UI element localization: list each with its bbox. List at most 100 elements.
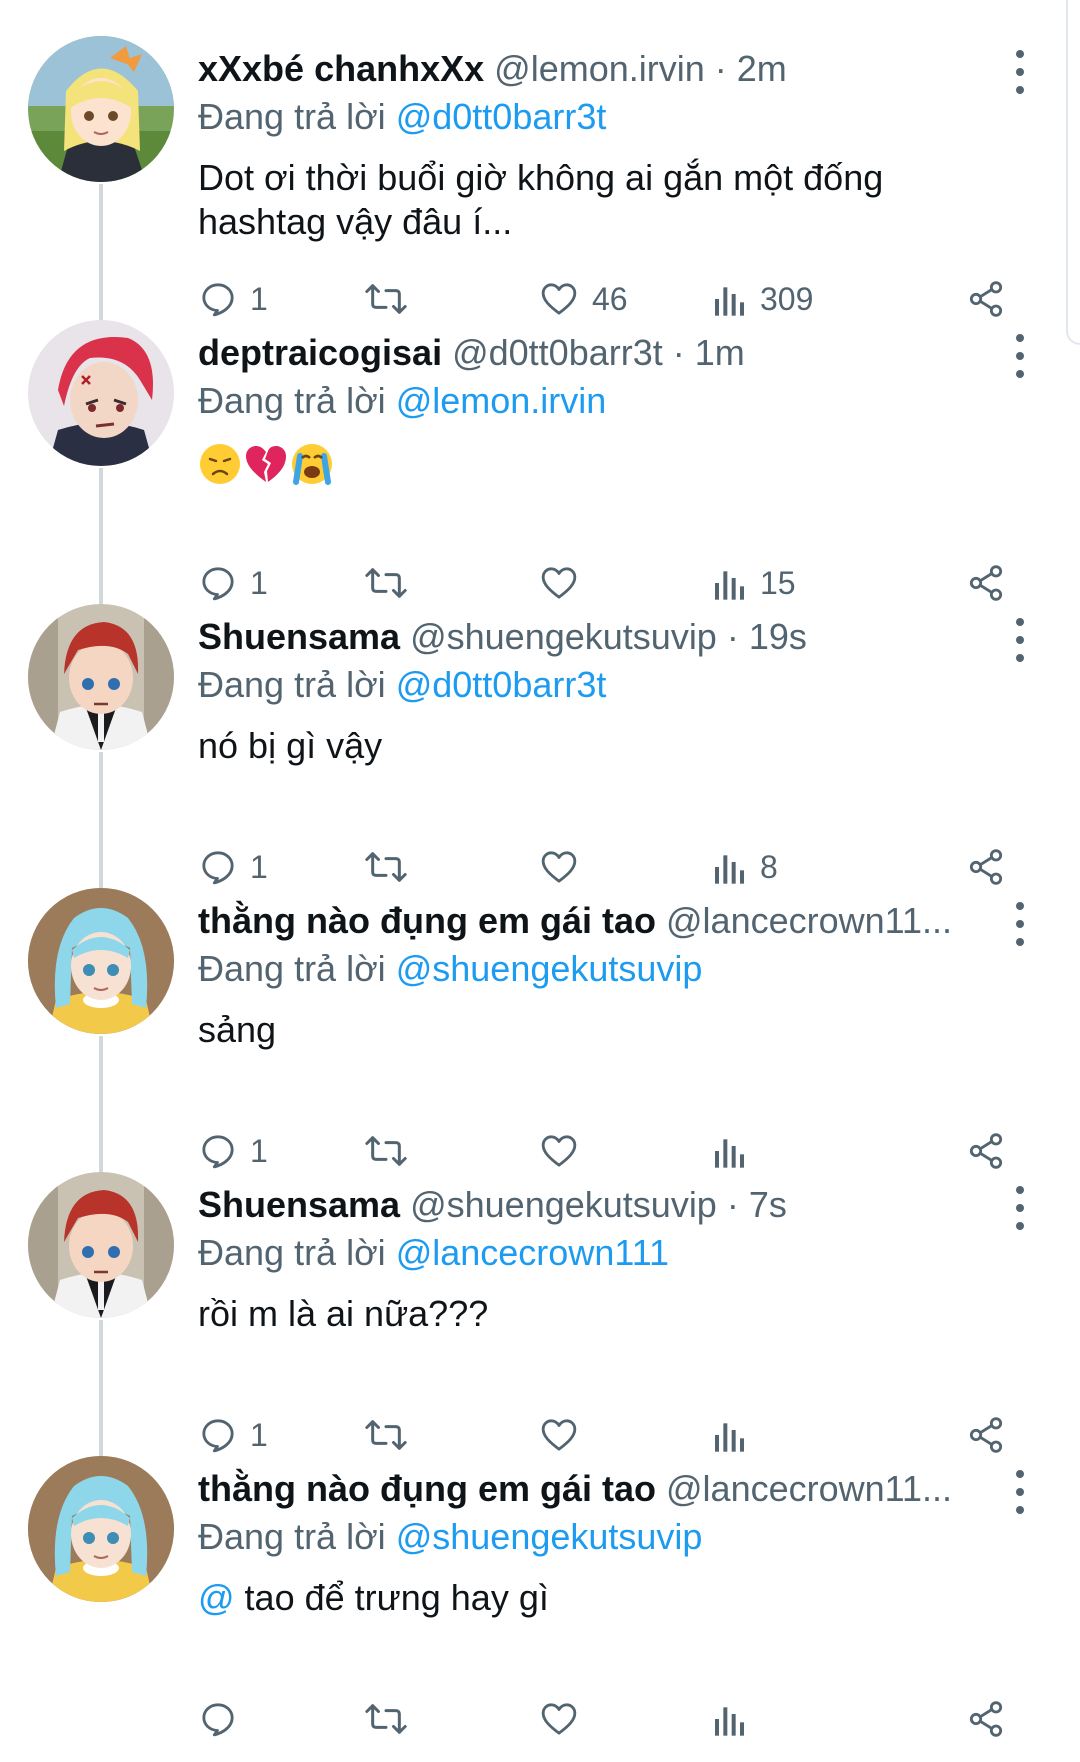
- replying-to-label: Đang trả lời: [198, 948, 386, 989]
- more-options-button[interactable]: [1000, 1186, 1040, 1230]
- dot-icon: [1016, 68, 1024, 76]
- replying-to-label: Đang trả lời: [198, 1232, 386, 1273]
- dot-icon: [1016, 902, 1024, 910]
- retweet-icon: [365, 1704, 407, 1734]
- views-button[interactable]: [712, 1696, 760, 1742]
- broken-heart-emoji-icon: [246, 446, 286, 483]
- avatar[interactable]: [28, 36, 174, 182]
- display-name[interactable]: Shuensama: [198, 1184, 400, 1225]
- tweet-header: deptraicogisai @d0tt0barr3t · 1m: [198, 330, 988, 376]
- blonde-anime-girl-avatar-icon: [28, 36, 174, 182]
- dot-icon: [1016, 1506, 1024, 1514]
- more-options-button[interactable]: [1000, 334, 1040, 378]
- display-name[interactable]: Shuensama: [198, 616, 400, 657]
- dot-icon: [1016, 352, 1024, 360]
- tweet-text-body: tao để trưng hay gì: [234, 1577, 549, 1618]
- tweet-text: sảng: [198, 1009, 277, 1050]
- thread-connector: [99, 1036, 103, 1176]
- thread-connector: [99, 752, 103, 892]
- mention-prefix[interactable]: @: [198, 1577, 235, 1618]
- dot-icon: [1016, 654, 1024, 662]
- display-name[interactable]: thằng nào đụng em gái tao: [198, 1468, 656, 1509]
- thread-connector: [99, 184, 103, 324]
- tweet[interactable]: thằng nào đụng em gái tao @lancecrown11.…: [0, 1448, 1080, 1737]
- avatar[interactable]: [28, 1172, 174, 1318]
- tweet[interactable]: deptraicogisai @d0tt0barr3t · 1m Đang tr…: [0, 312, 1080, 608]
- blue-hair-anime-girl-avatar-icon: [28, 888, 174, 1034]
- reply-icon: [202, 1703, 234, 1737]
- tweet-text: [198, 440, 1018, 486]
- replying-to-label: Đang trả lời: [198, 380, 386, 421]
- dot-icon: [1016, 618, 1024, 626]
- thread-connector: [99, 1320, 103, 1460]
- avatar[interactable]: [28, 1456, 174, 1602]
- dot-icon: [1016, 1204, 1024, 1212]
- more-options-button[interactable]: [1000, 618, 1040, 662]
- share-button[interactable]: [966, 1696, 1006, 1742]
- more-options-button[interactable]: [1000, 50, 1040, 94]
- reply-to-mention[interactable]: @d0tt0barr3t: [396, 664, 607, 705]
- handle-and-time[interactable]: @lemon.irvin · 2m: [494, 48, 787, 89]
- handle-and-time[interactable]: @lancecrown11...: [666, 1468, 952, 1509]
- replying-to: Đang trả lời @d0tt0barr3t: [198, 94, 606, 140]
- like-button[interactable]: [538, 1696, 592, 1742]
- dot-icon: [1016, 1488, 1024, 1496]
- reply-to-mention[interactable]: @lemon.irvin: [396, 380, 607, 421]
- tweet-text: @ tao để trưng hay gì: [198, 1576, 1018, 1620]
- display-name[interactable]: thằng nào đụng em gái tao: [198, 900, 656, 941]
- tweet-header: thằng nào đụng em gái tao @lancecrown11.…: [198, 898, 988, 944]
- replying-to-label: Đang trả lời: [198, 664, 386, 705]
- auburn-hair-anime-boy-avatar-icon: [28, 604, 174, 750]
- replying-to: Đang trả lời @shuengekutsuvip: [198, 946, 702, 992]
- dot-icon: [1016, 1470, 1024, 1478]
- display-name[interactable]: xXxbé chanhxXx: [198, 48, 484, 89]
- replying-to-label: Đang trả lời: [198, 1516, 386, 1557]
- display-name[interactable]: deptraicogisai: [198, 332, 442, 373]
- red-hair-anime-boy-avatar-icon: [28, 320, 174, 466]
- tweet-header: thằng nào đụng em gái tao @lancecrown11.…: [198, 1466, 988, 1512]
- dot-icon: [1016, 86, 1024, 94]
- heart-icon: [541, 1703, 577, 1735]
- tweet-header: xXxbé chanhxXx @lemon.irvin · 2m: [198, 46, 988, 92]
- avatar[interactable]: [28, 888, 174, 1034]
- auburn-hair-anime-boy-avatar-icon: [28, 1172, 174, 1318]
- reply-to-mention[interactable]: @shuengekutsuvip: [396, 948, 703, 989]
- retweet-button[interactable]: [364, 1696, 420, 1742]
- tweet-text: Dot ơi thời buổi giờ không ai gắn một đố…: [198, 157, 884, 242]
- reply-to-mention[interactable]: @lancecrown111: [396, 1232, 669, 1273]
- dot-icon: [1016, 334, 1024, 342]
- reply-to-mention[interactable]: @d0tt0barr3t: [396, 96, 607, 137]
- reply-button[interactable]: [198, 1696, 250, 1742]
- reply-thread: xXxbé chanhxXx @lemon.irvin · 2m Đang tr…: [0, 0, 1080, 1762]
- blue-hair-anime-girl-avatar-icon: [28, 1456, 174, 1602]
- dot-icon: [1016, 938, 1024, 946]
- handle-and-time[interactable]: @shuengekutsuvip · 7s: [410, 1184, 787, 1225]
- loudly-crying-face-emoji-icon: [292, 444, 332, 486]
- avatar[interactable]: [28, 320, 174, 466]
- views-chart-icon: [715, 1707, 744, 1736]
- handle-and-time[interactable]: @d0tt0barr3t · 1m: [452, 332, 745, 373]
- dot-icon: [1016, 50, 1024, 58]
- disappointed-face-emoji-icon: [200, 444, 240, 485]
- dot-icon: [1016, 636, 1024, 644]
- more-options-button[interactable]: [1000, 1470, 1040, 1514]
- tweet[interactable]: xXxbé chanhxXx @lemon.irvin · 2m Đang tr…: [0, 28, 1080, 324]
- share-icon: [969, 1701, 1003, 1737]
- replying-to: Đang trả lời @shuengekutsuvip: [198, 1514, 702, 1560]
- handle-and-time[interactable]: @lancecrown11...: [666, 900, 952, 941]
- tweet[interactable]: Shuensama @shuengekutsuvip · 19s Đang tr…: [0, 596, 1080, 892]
- more-options-button[interactable]: [1000, 902, 1040, 946]
- tweet-text: nó bị gì vậy: [198, 725, 383, 766]
- tweet-text: rồi m là ai nữa???: [198, 1293, 489, 1334]
- action-bar: [198, 1696, 1018, 1742]
- thread-connector: [99, 468, 103, 608]
- tweet[interactable]: Shuensama @shuengekutsuvip · 7s Đang trả…: [0, 1164, 1080, 1460]
- replying-to: Đang trả lời @lemon.irvin: [198, 378, 606, 424]
- dot-icon: [1016, 1222, 1024, 1230]
- replying-to: Đang trả lời @lancecrown111: [198, 1230, 669, 1276]
- tweet[interactable]: thằng nào đụng em gái tao @lancecrown11.…: [0, 880, 1080, 1176]
- handle-and-time[interactable]: @shuengekutsuvip · 19s: [410, 616, 807, 657]
- dot-icon: [1016, 1186, 1024, 1194]
- reply-to-mention[interactable]: @shuengekutsuvip: [396, 1516, 703, 1557]
- avatar[interactable]: [28, 604, 174, 750]
